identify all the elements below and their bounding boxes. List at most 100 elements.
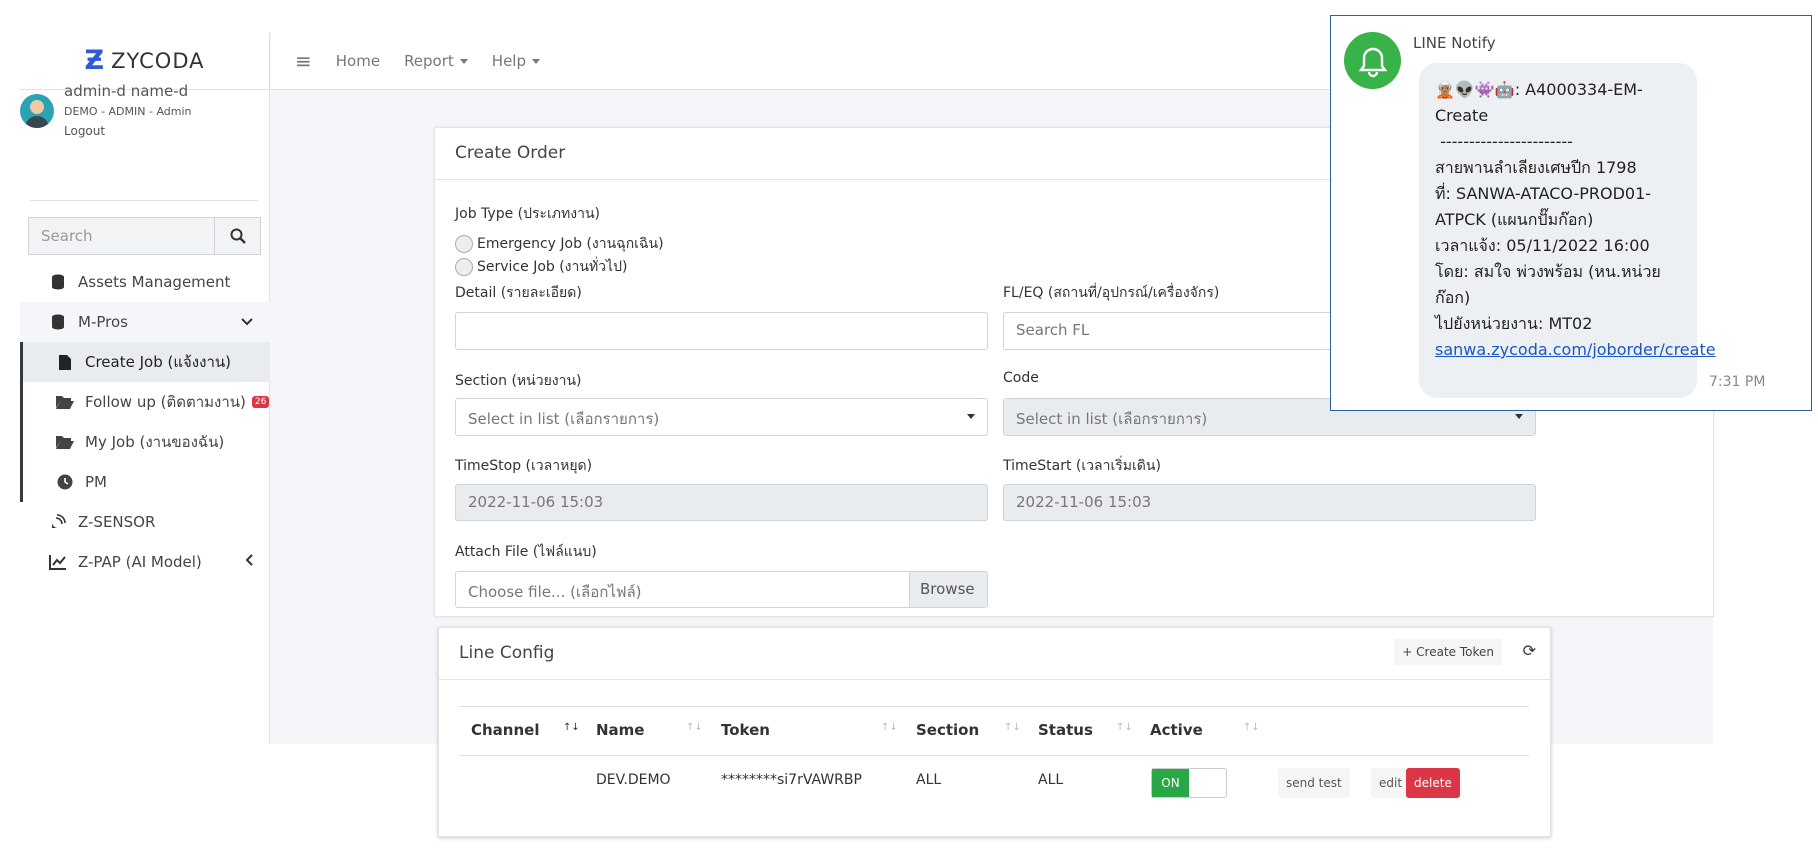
- file-icon: [55, 354, 75, 370]
- select-value: Select in list (เลือกรายการ): [468, 410, 660, 428]
- chart-line-icon: [48, 554, 68, 570]
- notification-badge: 26: [251, 396, 270, 408]
- caret-down-icon: [532, 58, 540, 64]
- sidebar-item-label: Follow up (ติดตามงาน): [85, 393, 246, 411]
- nav-report-dropdown[interactable]: Report: [404, 52, 468, 70]
- refresh-icon[interactable]: ⟳: [1523, 641, 1536, 660]
- radio-circle[interactable]: [455, 235, 473, 253]
- cell-token: ********si7rVAWRBP: [721, 772, 862, 788]
- edit-button[interactable]: edit: [1371, 768, 1411, 798]
- sort-icon[interactable]: ↑↓: [1116, 722, 1133, 733]
- database-icon: [48, 274, 68, 290]
- message-text: 🧝🏽👽👾🤖: A4000334-EM-Create --------------…: [1435, 80, 1661, 333]
- section-select[interactable]: Select in list (เลือกรายการ): [455, 398, 988, 436]
- toggle-on-label: ON: [1152, 769, 1189, 797]
- message-bubble: 🧝🏽👽👾🤖: A4000334-EM-Create --------------…: [1419, 63, 1716, 398]
- col-channel[interactable]: Channel: [471, 721, 539, 739]
- panel-title: Line Config: [459, 643, 555, 663]
- message-link[interactable]: sanwa.zycoda.com/joborder/create: [1435, 340, 1716, 359]
- delete-button[interactable]: delete: [1406, 768, 1460, 798]
- send-test-button[interactable]: send test: [1278, 768, 1350, 798]
- sort-icon[interactable]: ↑↓: [881, 722, 898, 733]
- select-value: Select in list (เลือกรายการ): [1016, 410, 1208, 428]
- radio-circle[interactable]: [455, 258, 473, 276]
- nav-help-label: Help: [491, 51, 526, 70]
- clock-icon: [55, 474, 75, 490]
- col-section[interactable]: Section: [916, 721, 979, 739]
- sidebar-item-label: My Job (งานของฉัน): [85, 433, 225, 451]
- col-status[interactable]: Status: [1038, 721, 1093, 739]
- sidebar-item-assets[interactable]: Assets Management: [20, 262, 270, 302]
- caret-down-icon: [1515, 414, 1523, 419]
- timestop-label: TimeStop (เวลาหยุด): [455, 458, 593, 474]
- sidebar-item-label: Z-SENSOR: [78, 513, 156, 531]
- create-token-button[interactable]: + Create Token: [1394, 639, 1502, 665]
- fleq-label: FL/EQ (สถานที่/อุปกรณ์/เครื่องจักร): [1003, 285, 1220, 301]
- active-toggle[interactable]: ON: [1151, 768, 1227, 798]
- chevron-left-icon: [244, 553, 254, 571]
- brand-name: ZYCODA: [111, 48, 205, 73]
- notification-sender: LINE Notify: [1413, 34, 1496, 52]
- sidebar-search[interactable]: Search: [28, 217, 261, 255]
- sort-icon[interactable]: ↑↓: [1243, 722, 1260, 733]
- attach-label: Attach File (ไฟล์แนบ): [455, 544, 597, 560]
- caret-down-icon: [459, 58, 468, 64]
- timestop-input[interactable]: 2022-11-06 15:03: [455, 484, 988, 521]
- satellite-dish-icon: [48, 514, 68, 530]
- line-notify-popup: LINE Notify 🧝🏽👽👾🤖: A4000334-EM-Create --…: [1330, 15, 1812, 411]
- sidebar-item-mpros[interactable]: M-Pros: [20, 302, 270, 342]
- sort-icon[interactable]: ↑↓: [686, 722, 703, 733]
- user-panel: admin-d name-d DEMO - ADMIN - Admin Logo…: [20, 82, 192, 138]
- logout-link[interactable]: Logout: [64, 124, 192, 138]
- search-button[interactable]: [214, 218, 260, 254]
- message-time: 7:31 PM: [1709, 374, 1766, 390]
- service-job-radio[interactable]: Service Job (งานทั่วไป): [455, 256, 627, 278]
- radio-label: Service Job (งานทั่วไป): [477, 259, 628, 275]
- search-icon: [230, 228, 246, 244]
- user-role: DEMO - ADMIN - Admin: [64, 105, 192, 118]
- sort-icon[interactable]: ↑↓: [563, 722, 580, 733]
- sidebar-item-z-pap[interactable]: Z-PAP (AI Model): [20, 542, 270, 582]
- sidebar-item-label: M-Pros: [78, 313, 128, 331]
- nav-home[interactable]: Home: [336, 52, 380, 70]
- detail-textarea[interactable]: [455, 312, 988, 350]
- database-icon: [48, 314, 68, 330]
- col-name[interactable]: Name: [596, 721, 644, 739]
- col-active[interactable]: Active: [1150, 721, 1203, 739]
- bell-icon: [1344, 32, 1401, 89]
- folder-open-icon: [55, 395, 75, 409]
- radio-label: Emergency Job (งานฉุกเฉิน): [477, 236, 664, 252]
- hamburger-menu-icon[interactable]: ≡: [295, 49, 312, 73]
- nav-report-label: Report: [404, 51, 454, 70]
- code-label: Code: [1003, 370, 1039, 386]
- sidebar-item-label: PM: [85, 473, 107, 491]
- browse-button[interactable]: Browse: [909, 572, 987, 607]
- cell-section: ALL: [916, 772, 942, 788]
- user-name: admin-d name-d: [64, 82, 189, 100]
- sidebar-item-pm[interactable]: PM: [23, 462, 270, 502]
- section-label: Section (หน่วยงาน): [455, 373, 582, 389]
- submenu: Create Job (แจ้งงาน) Follow up (ติดตามงา…: [20, 342, 270, 502]
- sidebar-item-my-job[interactable]: My Job (งานของฉัน): [23, 422, 270, 462]
- sidebar-item-label: Create Job (แจ้งงาน): [85, 353, 231, 371]
- sidebar-item-label: Assets Management: [78, 273, 231, 291]
- avatar: [20, 94, 54, 128]
- emergency-job-radio[interactable]: Emergency Job (งานฉุกเฉิน): [455, 233, 664, 255]
- cell-status: ALL: [1038, 772, 1064, 788]
- file-input[interactable]: Choose file... (เลือกไฟล์) Browse: [455, 571, 988, 608]
- col-token[interactable]: Token: [721, 721, 770, 739]
- sort-icon[interactable]: ↑↓: [1004, 722, 1021, 733]
- file-placeholder: Choose file... (เลือกไฟล์): [468, 583, 642, 601]
- caret-down-icon: [967, 414, 975, 419]
- zycoda-logo-icon: Ƶ: [84, 45, 106, 76]
- chevron-down-icon: [240, 313, 254, 331]
- nav-help-dropdown[interactable]: Help: [492, 52, 540, 70]
- sidebar-nav: Assets Management M-Pros Create Job (แจ้…: [20, 262, 270, 582]
- sidebar-item-follow-up[interactable]: Follow up (ติดตามงาน) 26: [23, 382, 270, 422]
- search-input[interactable]: Search: [29, 218, 214, 254]
- sidebar-item-z-sensor[interactable]: Z-SENSOR: [20, 502, 270, 542]
- job-type-label: Job Type (ประเภทงาน): [455, 206, 600, 222]
- cell-name: DEV.DEMO: [596, 772, 671, 788]
- sidebar-item-create-job[interactable]: Create Job (แจ้งงาน): [23, 342, 270, 382]
- timestart-input[interactable]: 2022-11-06 15:03: [1003, 484, 1536, 521]
